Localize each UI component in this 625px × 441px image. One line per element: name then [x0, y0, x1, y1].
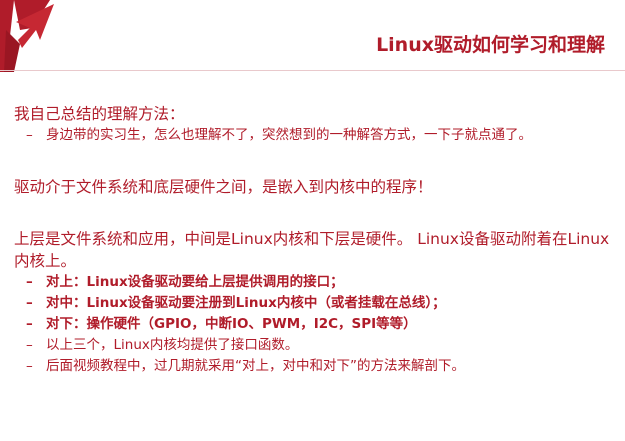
- bullet-followup-text: 后面视频教程中，过几期就采用“对上，对中和对下”的方法来解剖下。: [46, 358, 465, 374]
- slide: Linux驱动如何学习和理解 我自己总结的理解方法： – 身边带的实习生，怎么也…: [0, 0, 625, 441]
- bullet-dash: –: [26, 337, 33, 353]
- bullet-dash: –: [26, 316, 33, 332]
- section3-bullets: – 对上：Linux设备驱动要给上层提供调用的接口； – 对中：Linux设备驱…: [14, 272, 614, 377]
- section2-text: 驱动介于文件系统和底层硬件之间，是嵌入到内核中的程序！: [14, 178, 433, 196]
- section1-bullet-text: 身边带的实习生，怎么也理解不了，突然想到的一种解答方式，一下子就点通了。: [46, 127, 532, 143]
- section1-bullets: – 身边带的实习生，怎么也理解不了，突然想到的一种解答方式，一下子就点通了。: [14, 125, 614, 146]
- section3-text: 上层是文件系统和应用，中间是Linux内核和下层是硬件。 Linux设备驱动附着…: [14, 230, 610, 270]
- slide-content: 我自己总结的理解方法： – 身边带的实习生，怎么也理解不了，突然想到的一种解答方…: [14, 103, 614, 377]
- arrow-logo-icon: [0, 0, 54, 72]
- bullet-followup: – 后面视频教程中，过几期就采用“对上，对中和对下”的方法来解剖下。: [14, 356, 614, 377]
- title-divider: [0, 70, 625, 71]
- bullet-dash: –: [26, 358, 33, 374]
- bullet-middle-text: 对中：Linux设备驱动要注册到Linux内核中（或者挂载在总线）；: [46, 295, 446, 311]
- bullet-summary-text: 以上三个，Linux内核均提供了接口函数。: [46, 337, 299, 353]
- bullet-middle: – 对中：Linux设备驱动要注册到Linux内核中（或者挂载在总线）；: [14, 293, 614, 314]
- bullet-lower: – 对下：操作硬件（GPIO，中断IO、PWM，I2C，SPI等等）: [14, 314, 614, 335]
- bullet-summary: – 以上三个，Linux内核均提供了接口函数。: [14, 335, 614, 356]
- bullet-dash: –: [26, 295, 33, 311]
- section1-heading: 我自己总结的理解方法：: [14, 105, 185, 123]
- bullet-dash: –: [26, 127, 33, 143]
- section1-bullet-item: – 身边带的实习生，怎么也理解不了，突然想到的一种解答方式，一下子就点通了。: [14, 125, 614, 146]
- slide-title: Linux驱动如何学习和理解: [376, 34, 605, 56]
- bullet-upper-text: 对上：Linux设备驱动要给上层提供调用的接口；: [46, 274, 344, 290]
- bullet-dash: –: [26, 274, 33, 290]
- bullet-upper: – 对上：Linux设备驱动要给上层提供调用的接口；: [14, 272, 614, 293]
- bullet-lower-text: 对下：操作硬件（GPIO，中断IO、PWM，I2C，SPI等等）: [46, 316, 417, 332]
